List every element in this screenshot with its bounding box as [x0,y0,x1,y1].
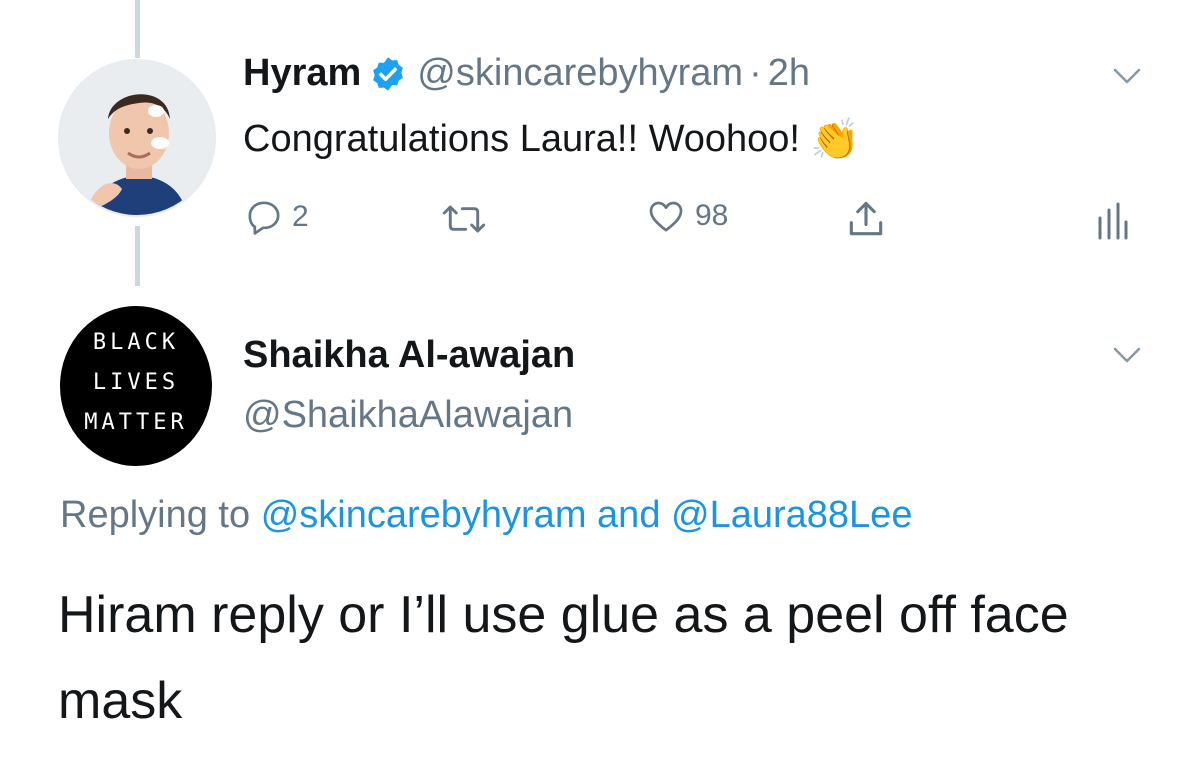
avatar-text-line: MATTER [84,410,188,435]
mention-link[interactable]: @skincarebyhyram [261,494,587,536]
analytics-button[interactable] [1096,200,1128,240]
like-icon [649,201,683,232]
handle[interactable]: @ShaikhaAlawajan [243,394,573,437]
avatar[interactable]: BLACK LIVES MATTER [60,306,212,466]
like-count: 98 [695,199,729,232]
replying-and[interactable]: and [597,494,660,536]
tweet-text: Hiram reply or I’ll use glue as a peel o… [58,586,1069,730]
replying-prefix: Replying to [60,494,251,536]
avatar-text-line: BLACK [92,330,180,355]
handle[interactable]: @skincarebyhyram [417,52,743,95]
reply-button[interactable]: 2 [244,197,309,237]
mention-link[interactable]: @Laura88Lee [671,494,912,536]
tweet-header: Hyram @skincarebyhyram · 2h [243,52,810,95]
chevron-down-icon[interactable] [1112,345,1142,365]
clapping-hands-emoji: 👏 [810,118,860,162]
verified-badge-icon [373,56,404,91]
avatar-text-line: LIVES [92,370,180,395]
timestamp[interactable]: 2h [768,52,810,95]
retweet-icon [442,205,486,233]
reply-icon [248,201,280,235]
analytics-icon [1098,202,1128,240]
display-name[interactable]: Hyram [243,52,361,95]
share-button[interactable] [844,197,888,241]
reply-count: 2 [292,200,309,233]
like-button[interactable]: 98 [645,196,728,236]
retweet-button[interactable] [440,200,488,238]
display-name[interactable]: Shaikha Al-awajan [243,334,575,377]
profile-photo [60,61,214,215]
tweet-text: Congratulations Laura!! Woohoo! 👏 [243,116,860,163]
avatar[interactable] [58,59,216,217]
share-icon [849,201,883,236]
thread-connector-line [135,226,140,286]
separator: · [749,52,762,94]
replying-to: Replying to @skincarebyhyram and @Laura8… [60,494,912,537]
thread-connector-line [135,0,140,58]
chevron-down-icon[interactable] [1112,66,1142,86]
tweet-body: Congratulations Laura!! Woohoo! [243,118,800,160]
